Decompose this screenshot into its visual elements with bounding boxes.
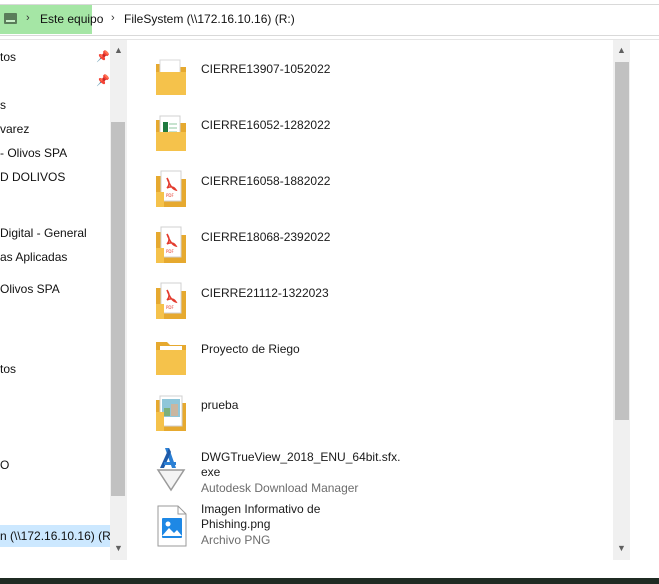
nav-item[interactable]: as Aplicadas [0, 250, 67, 264]
svg-text:PDF: PDF [166, 305, 174, 310]
list-item[interactable]: prueba [138, 388, 608, 442]
scroll-up-icon[interactable]: ▲ [617, 45, 626, 55]
file-name[interactable]: CIERRE13907-1052022 [201, 62, 330, 76]
computer-icon[interactable] [4, 13, 17, 24]
list-item[interactable]: Imagen Informativo de Phishing.png Archi… [138, 500, 608, 556]
chevron-right-icon[interactable]: › [111, 12, 115, 24]
nav-scrollbar-thumb[interactable] [111, 122, 125, 496]
list-item[interactable]: CIERRE16052-1282022 [138, 108, 608, 162]
file-type: Archivo PNG [201, 533, 271, 547]
taskbar [0, 578, 659, 584]
breadcrumb-filesystem[interactable]: FileSystem (\\172.16.10.16) (R:) [124, 12, 295, 26]
scroll-down-icon[interactable]: ▼ [114, 543, 123, 553]
chevron-right-icon[interactable]: › [26, 12, 30, 24]
nav-item-selected-drive[interactable]: n (\\172.16.10.16) (R:) [0, 525, 118, 547]
list-item[interactable]: PDF CIERRE21112-1322023 [138, 276, 608, 330]
folder-pdf-icon: PDF [156, 282, 186, 319]
file-name[interactable]: CIERRE18068-2392022 [201, 230, 330, 244]
file-name[interactable]: prueba [201, 398, 238, 412]
folder-icon [156, 342, 186, 375]
file-list[interactable]: CIERRE13907-1052022 CIERRE16052-1282022 … [138, 40, 613, 560]
file-name[interactable]: CIERRE21112-1322023 [201, 286, 329, 300]
file-type: Autodesk Download Manager [201, 481, 359, 495]
breadcrumb-este-equipo[interactable]: Este equipo [40, 12, 103, 26]
autodesk-installer-icon [156, 448, 186, 492]
folder-image-icon [156, 395, 186, 431]
file-name[interactable]: CIERRE16058-1882022 [201, 174, 330, 188]
folder-pdf-icon: PDF [156, 170, 186, 207]
scroll-down-icon[interactable]: ▼ [617, 543, 626, 553]
file-name-line1[interactable]: DWGTrueView_2018_ENU_64bit.sfx. [201, 450, 400, 464]
nav-item[interactable]: tos [0, 362, 16, 376]
list-item[interactable]: PDF CIERRE18068-2392022 [138, 220, 608, 274]
nav-item[interactable]: Digital - General [0, 226, 87, 240]
svg-text:PDF: PDF [166, 249, 174, 254]
nav-item[interactable]: tos [0, 50, 16, 64]
nav-item[interactable]: s [0, 98, 6, 112]
file-name[interactable]: CIERRE16052-1282022 [201, 118, 330, 132]
nav-item[interactable]: D DOLIVOS [0, 170, 65, 184]
file-name-line2[interactable]: exe [201, 465, 220, 479]
list-item[interactable]: Proyecto de Riego [138, 332, 608, 386]
folder-blank-icon [156, 59, 186, 95]
nav-item[interactable]: varez [0, 122, 29, 136]
nav-item[interactable]: O [0, 458, 9, 472]
nav-item[interactable]: - Olivos SPA [0, 146, 67, 160]
nav-item[interactable]: Olivos SPA [0, 282, 60, 296]
pin-icon: 📌 [96, 51, 110, 63]
scroll-up-icon[interactable]: ▲ [114, 45, 123, 55]
svg-text:PDF: PDF [166, 193, 174, 198]
list-item[interactable]: CIERRE13907-1052022 [138, 52, 608, 106]
address-bar[interactable]: › Este equipo › FileSystem (\\172.16.10.… [0, 0, 659, 40]
list-item[interactable]: PDF CIERRE16058-1882022 [138, 164, 608, 218]
file-name[interactable]: Proyecto de Riego [201, 342, 300, 356]
folder-excel-icon [156, 115, 186, 151]
list-item[interactable]: DWGTrueView_2018_ENU_64bit.sfx. exe Auto… [138, 444, 608, 500]
file-list-scrollbar-thumb[interactable] [615, 62, 629, 420]
folder-pdf-icon: PDF [156, 226, 186, 263]
pin-icon: 📌 [96, 75, 110, 87]
navigation-pane[interactable]: tos 📌 📌 s varez - Olivos SPA D DOLIVOS D… [0, 40, 127, 560]
file-name-line2[interactable]: Phishing.png [201, 517, 270, 531]
png-file-icon [157, 505, 187, 547]
file-name-line1[interactable]: Imagen Informativo de [201, 502, 320, 516]
